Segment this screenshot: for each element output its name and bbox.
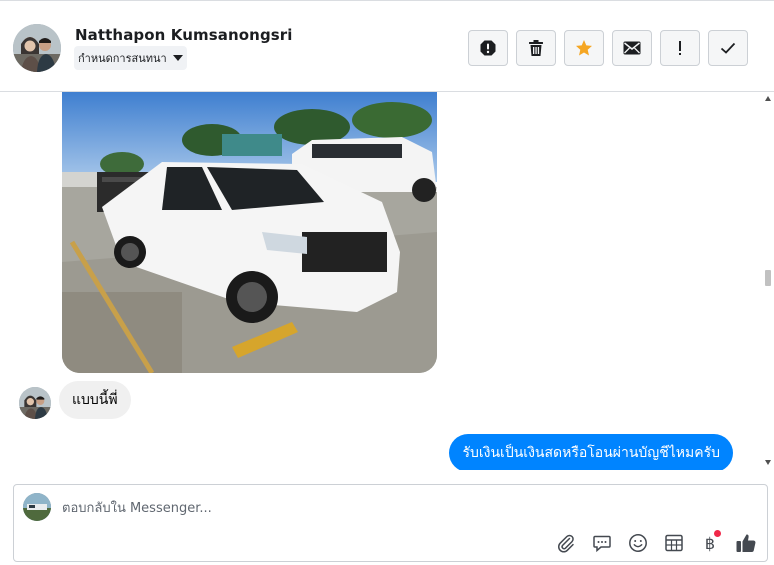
mark-spam-button[interactable] [468, 30, 508, 66]
assign-conversation-label: กำหนดการสนทนา [78, 52, 167, 65]
page-avatar [23, 493, 51, 521]
reply-composer: ฿ [13, 484, 768, 562]
follow-up-button[interactable] [660, 30, 700, 66]
calendar-grid-icon [665, 534, 683, 552]
reply-input[interactable] [62, 497, 702, 519]
attached-photo[interactable] [62, 92, 437, 373]
trash-icon [529, 40, 543, 56]
spam-icon [480, 40, 496, 56]
composer-toolbar: ฿ [554, 530, 758, 555]
outgoing-message[interactable]: รับเงินเป็นเงินสดหรือโอนผ่านบัญชีไหมครับ [449, 434, 733, 470]
saved-replies-button[interactable] [590, 531, 614, 555]
conversation-panel: Natthapon Kumsanongsri กำหนดการสนทนา แบบ… [0, 0, 774, 565]
header-actions [468, 30, 748, 66]
star-icon [576, 40, 592, 56]
notification-dot [714, 530, 721, 537]
scroll-down-arrow-icon[interactable] [765, 460, 771, 465]
attach-button[interactable] [554, 531, 578, 555]
appointment-button[interactable] [662, 531, 686, 555]
check-icon [720, 42, 736, 54]
mark-done-button[interactable] [708, 30, 748, 66]
envelope-icon [623, 41, 641, 55]
scrollbar-thumb[interactable] [765, 270, 771, 286]
contact-avatar[interactable] [13, 24, 61, 72]
thumbs-up-icon [736, 534, 756, 553]
paperclip-icon [558, 534, 574, 553]
smiley-icon [629, 534, 647, 552]
delete-button[interactable] [516, 30, 556, 66]
incoming-message[interactable]: แบบนี้พี่ [59, 381, 131, 419]
message-thread: แบบนี้พี่ รับเงินเป็นเงินสดหรือโอนผ่านบั… [0, 92, 762, 470]
thread-scrollbar[interactable] [762, 92, 774, 470]
mark-unread-button[interactable] [612, 30, 652, 66]
conversation-header: Natthapon Kumsanongsri กำหนดการสนทนา [0, 0, 774, 92]
exclamation-icon [679, 41, 681, 55]
scroll-up-arrow-icon[interactable] [765, 96, 771, 101]
chat-bubble-icon [593, 535, 611, 553]
chevron-down-icon [172, 55, 183, 61]
contact-name[interactable]: Natthapon Kumsanongsri [75, 26, 293, 44]
emoji-button[interactable] [626, 531, 650, 555]
star-button[interactable] [564, 30, 604, 66]
contact-avatar-small [19, 387, 51, 419]
assign-conversation-dropdown[interactable]: กำหนดการสนทนา [74, 46, 187, 70]
payment-button[interactable]: ฿ [698, 530, 722, 555]
like-button[interactable] [734, 531, 758, 555]
baht-icon: ฿ [704, 533, 716, 553]
